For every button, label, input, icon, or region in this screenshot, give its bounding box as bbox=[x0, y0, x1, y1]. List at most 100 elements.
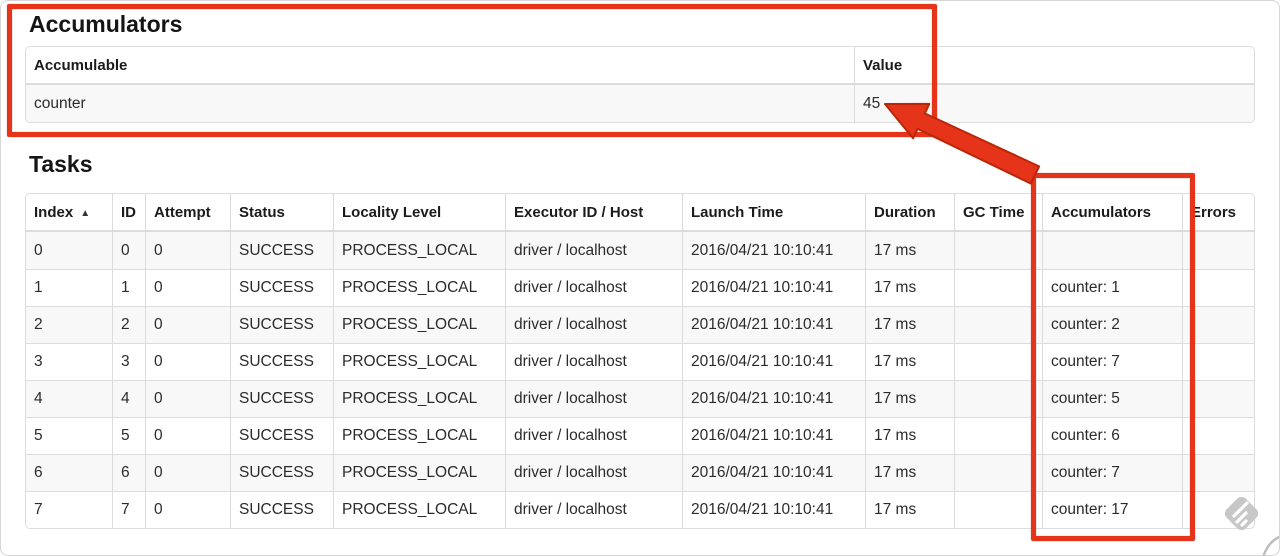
col-header-executor[interactable]: Executor ID / Host bbox=[505, 194, 682, 232]
cell-errors bbox=[1182, 232, 1254, 269]
cell-duration: 17 ms bbox=[865, 232, 954, 269]
cell-launch-time: 2016/04/21 10:10:41 bbox=[682, 269, 865, 306]
corner-curl-decoration bbox=[1262, 535, 1279, 555]
cell-id: 5 bbox=[112, 417, 145, 454]
spark-stage-page: Accumulators Accumulable Value counter 4… bbox=[0, 0, 1280, 556]
cell-executor: driver / localhost bbox=[505, 491, 682, 528]
cell-index: 0 bbox=[26, 232, 112, 269]
cell-launch-time: 2016/04/21 10:10:41 bbox=[682, 232, 865, 269]
cell-index: 2 bbox=[26, 306, 112, 343]
cell-status: SUCCESS bbox=[230, 343, 333, 380]
cell-gc-time bbox=[954, 232, 1042, 269]
cell-accumulators: counter: 6 bbox=[1042, 417, 1182, 454]
cell-attempt: 0 bbox=[145, 454, 230, 491]
col-header-index[interactable]: Index ▲ bbox=[26, 194, 112, 232]
cell-errors bbox=[1182, 306, 1254, 343]
cell-status: SUCCESS bbox=[230, 269, 333, 306]
cell-index: 3 bbox=[26, 343, 112, 380]
cell-id: 3 bbox=[112, 343, 145, 380]
col-header-attempt[interactable]: Attempt bbox=[145, 194, 230, 232]
col-header-launch-time[interactable]: Launch Time bbox=[682, 194, 865, 232]
cell-id: 4 bbox=[112, 380, 145, 417]
accumulator-row: counter 45 bbox=[26, 85, 1254, 122]
cell-duration: 17 ms bbox=[865, 454, 954, 491]
cell-gc-time bbox=[954, 380, 1042, 417]
tasks-table: Index ▲ ID Attempt Status Locality Level … bbox=[25, 193, 1255, 529]
col-header-duration[interactable]: Duration bbox=[865, 194, 954, 232]
col-header-status[interactable]: Status bbox=[230, 194, 333, 232]
cell-attempt: 0 bbox=[145, 269, 230, 306]
cell-id: 7 bbox=[112, 491, 145, 528]
cell-index: 1 bbox=[26, 269, 112, 306]
cell-errors bbox=[1182, 491, 1254, 528]
cell-errors bbox=[1182, 454, 1254, 491]
cell-locality: PROCESS_LOCAL bbox=[333, 380, 505, 417]
cell-errors bbox=[1182, 417, 1254, 454]
cell-gc-time bbox=[954, 306, 1042, 343]
cell-attempt: 0 bbox=[145, 491, 230, 528]
col-header-errors[interactable]: Errors bbox=[1182, 194, 1254, 232]
accumulators-section-title: Accumulators bbox=[29, 11, 183, 37]
cell-index: 7 bbox=[26, 491, 112, 528]
cell-errors bbox=[1182, 269, 1254, 306]
task-row: 6 6 0 SUCCESS PROCESS_LOCAL driver / loc… bbox=[26, 454, 1254, 491]
cell-gc-time bbox=[954, 343, 1042, 380]
task-row: 2 2 0 SUCCESS PROCESS_LOCAL driver / loc… bbox=[26, 306, 1254, 343]
cell-locality: PROCESS_LOCAL bbox=[333, 343, 505, 380]
cell-id: 2 bbox=[112, 306, 145, 343]
sort-ascending-icon: ▲ bbox=[80, 207, 91, 219]
cell-index: 5 bbox=[26, 417, 112, 454]
cell-attempt: 0 bbox=[145, 306, 230, 343]
col-header-index-label: Index bbox=[34, 203, 74, 221]
task-row: 0 0 0 SUCCESS PROCESS_LOCAL driver / loc… bbox=[26, 232, 1254, 269]
cell-attempt: 0 bbox=[145, 380, 230, 417]
cell-id: 1 bbox=[112, 269, 145, 306]
cell-duration: 17 ms bbox=[865, 380, 954, 417]
cell-accumulators: counter: 1 bbox=[1042, 269, 1182, 306]
cell-executor: driver / localhost bbox=[505, 343, 682, 380]
cell-status: SUCCESS bbox=[230, 380, 333, 417]
cell-locality: PROCESS_LOCAL bbox=[333, 454, 505, 491]
cell-accumulable-name: counter bbox=[26, 85, 854, 122]
task-row: 7 7 0 SUCCESS PROCESS_LOCAL driver / loc… bbox=[26, 491, 1254, 528]
cell-index: 4 bbox=[26, 380, 112, 417]
cell-attempt: 0 bbox=[145, 343, 230, 380]
cell-id: 6 bbox=[112, 454, 145, 491]
task-row: 4 4 0 SUCCESS PROCESS_LOCAL driver / loc… bbox=[26, 380, 1254, 417]
cell-status: SUCCESS bbox=[230, 491, 333, 528]
cell-duration: 17 ms bbox=[865, 491, 954, 528]
cell-executor: driver / localhost bbox=[505, 232, 682, 269]
task-row: 5 5 0 SUCCESS PROCESS_LOCAL driver / loc… bbox=[26, 417, 1254, 454]
cell-index: 6 bbox=[26, 454, 112, 491]
cell-duration: 17 ms bbox=[865, 417, 954, 454]
cell-executor: driver / localhost bbox=[505, 417, 682, 454]
cell-launch-time: 2016/04/21 10:10:41 bbox=[682, 454, 865, 491]
cell-accumulators: counter: 2 bbox=[1042, 306, 1182, 343]
cell-duration: 17 ms bbox=[865, 306, 954, 343]
cell-locality: PROCESS_LOCAL bbox=[333, 232, 505, 269]
accumulators-table: Accumulable Value counter 45 bbox=[25, 46, 1255, 123]
cell-accumulable-value: 45 bbox=[854, 85, 1254, 122]
task-row: 1 1 0 SUCCESS PROCESS_LOCAL driver / loc… bbox=[26, 269, 1254, 306]
cell-executor: driver / localhost bbox=[505, 454, 682, 491]
col-header-value[interactable]: Value bbox=[854, 47, 1254, 85]
cell-executor: driver / localhost bbox=[505, 380, 682, 417]
cell-id: 0 bbox=[112, 232, 145, 269]
col-header-accumulators[interactable]: Accumulators bbox=[1042, 194, 1182, 232]
cell-errors bbox=[1182, 343, 1254, 380]
col-header-accumulable[interactable]: Accumulable bbox=[26, 47, 854, 85]
cell-locality: PROCESS_LOCAL bbox=[333, 417, 505, 454]
cell-launch-time: 2016/04/21 10:10:41 bbox=[682, 343, 865, 380]
cell-status: SUCCESS bbox=[230, 306, 333, 343]
cell-launch-time: 2016/04/21 10:10:41 bbox=[682, 306, 865, 343]
col-header-id[interactable]: ID bbox=[112, 194, 145, 232]
cell-accumulators: counter: 7 bbox=[1042, 454, 1182, 491]
tasks-section-title: Tasks bbox=[29, 151, 93, 177]
cell-launch-time: 2016/04/21 10:10:41 bbox=[682, 417, 865, 454]
cell-executor: driver / localhost bbox=[505, 306, 682, 343]
cell-accumulators bbox=[1042, 232, 1182, 269]
cell-status: SUCCESS bbox=[230, 454, 333, 491]
col-header-locality[interactable]: Locality Level bbox=[333, 194, 505, 232]
col-header-gc-time[interactable]: GC Time bbox=[954, 194, 1042, 232]
cell-launch-time: 2016/04/21 10:10:41 bbox=[682, 491, 865, 528]
